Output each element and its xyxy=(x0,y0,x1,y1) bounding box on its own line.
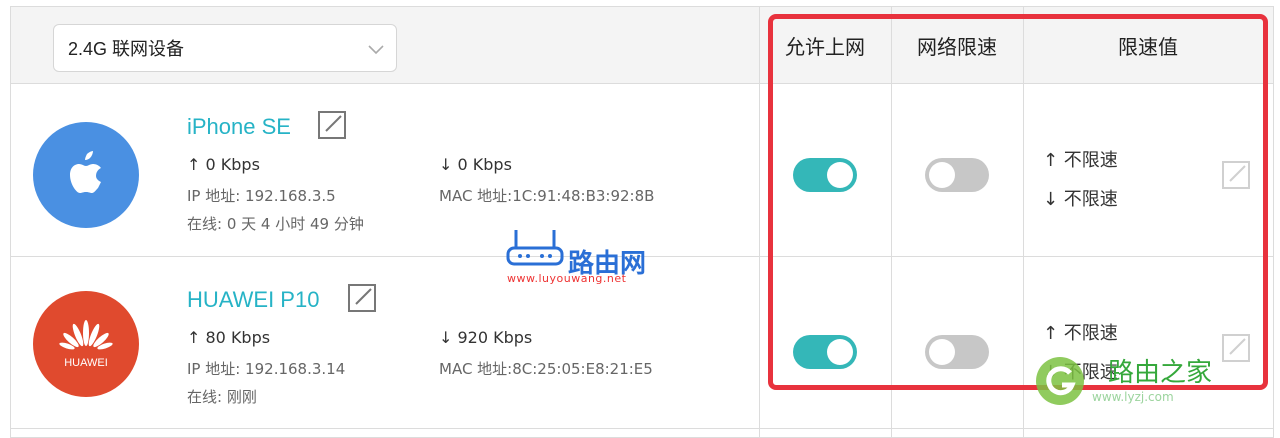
huawei-logo-icon xyxy=(59,320,113,350)
device-name: HUAWEI P10 xyxy=(187,287,320,312)
router-watermark-icon xyxy=(506,230,564,266)
ip-address: IP 地址: 192.168.3.5 xyxy=(187,187,336,205)
toggle-knob xyxy=(929,339,955,365)
toggle-knob xyxy=(827,162,853,188)
watermark-text: 路由之家 xyxy=(1108,358,1213,388)
internet-toggle[interactable] xyxy=(793,335,857,369)
limit-down-value: ↓ 不限速 xyxy=(1043,189,1118,210)
lyzj-logo-icon xyxy=(1036,357,1084,405)
online-duration: 在线: 刚刚 xyxy=(187,388,257,406)
brand-label: HUAWEI xyxy=(64,357,108,369)
column-header-limit-value: 限速值 xyxy=(1118,34,1178,59)
apple-logo-icon xyxy=(70,151,101,193)
ip-address: IP 地址: 192.168.3.14 xyxy=(187,360,346,378)
download-rate: ↓ 0 Kbps xyxy=(439,155,512,174)
device-avatar: HUAWEI xyxy=(33,291,139,397)
edit-limit-icon[interactable] xyxy=(1221,160,1251,190)
upload-rate: ↑ 0 Kbps xyxy=(187,155,260,174)
band-select[interactable]: 2.4G 联网设备 xyxy=(53,24,397,72)
device-avatar xyxy=(33,122,139,228)
mac-address: MAC 地址:1C:91:48:B3:92:8B xyxy=(439,187,655,205)
speed-limit-toggle[interactable] xyxy=(925,335,989,369)
speed-limit-toggle[interactable] xyxy=(925,158,989,192)
limit-up-value: ↑ 不限速 xyxy=(1043,323,1118,344)
toggle-knob xyxy=(929,162,955,188)
download-rate: ↓ 920 Kbps xyxy=(439,328,533,347)
edit-limit-icon[interactable] xyxy=(1221,333,1251,363)
toggle-knob xyxy=(827,339,853,365)
table-header: 2.4G 联网设备 允许上网 网络限速 限速值 xyxy=(11,7,1273,84)
column-header-speed-limit: 网络限速 xyxy=(917,34,997,59)
device-name: iPhone SE xyxy=(187,114,291,139)
mac-address: MAC 地址:8C:25:05:E8:21:E5 xyxy=(439,360,653,378)
column-header-internet: 允许上网 xyxy=(785,34,865,59)
upload-rate: ↑ 80 Kbps xyxy=(187,328,271,347)
online-duration: 在线: 0 天 4 小时 49 分钟 xyxy=(187,215,364,233)
device-row: iPhone SE ↑ 0 Kbps ↓ 0 Kbps IP 地址: 192.1… xyxy=(11,84,1273,256)
edit-name-icon[interactable] xyxy=(317,110,347,140)
internet-toggle[interactable] xyxy=(793,158,857,192)
band-select-value: 2.4G 联网设备 xyxy=(68,39,185,59)
watermark-url: www.lyzj.com xyxy=(1092,390,1174,404)
limit-up-value: ↑ 不限速 xyxy=(1043,150,1118,171)
edit-name-icon[interactable] xyxy=(347,283,377,313)
watermark-url: www.luyouwang.net xyxy=(507,272,627,285)
chevron-down-icon xyxy=(368,45,384,55)
